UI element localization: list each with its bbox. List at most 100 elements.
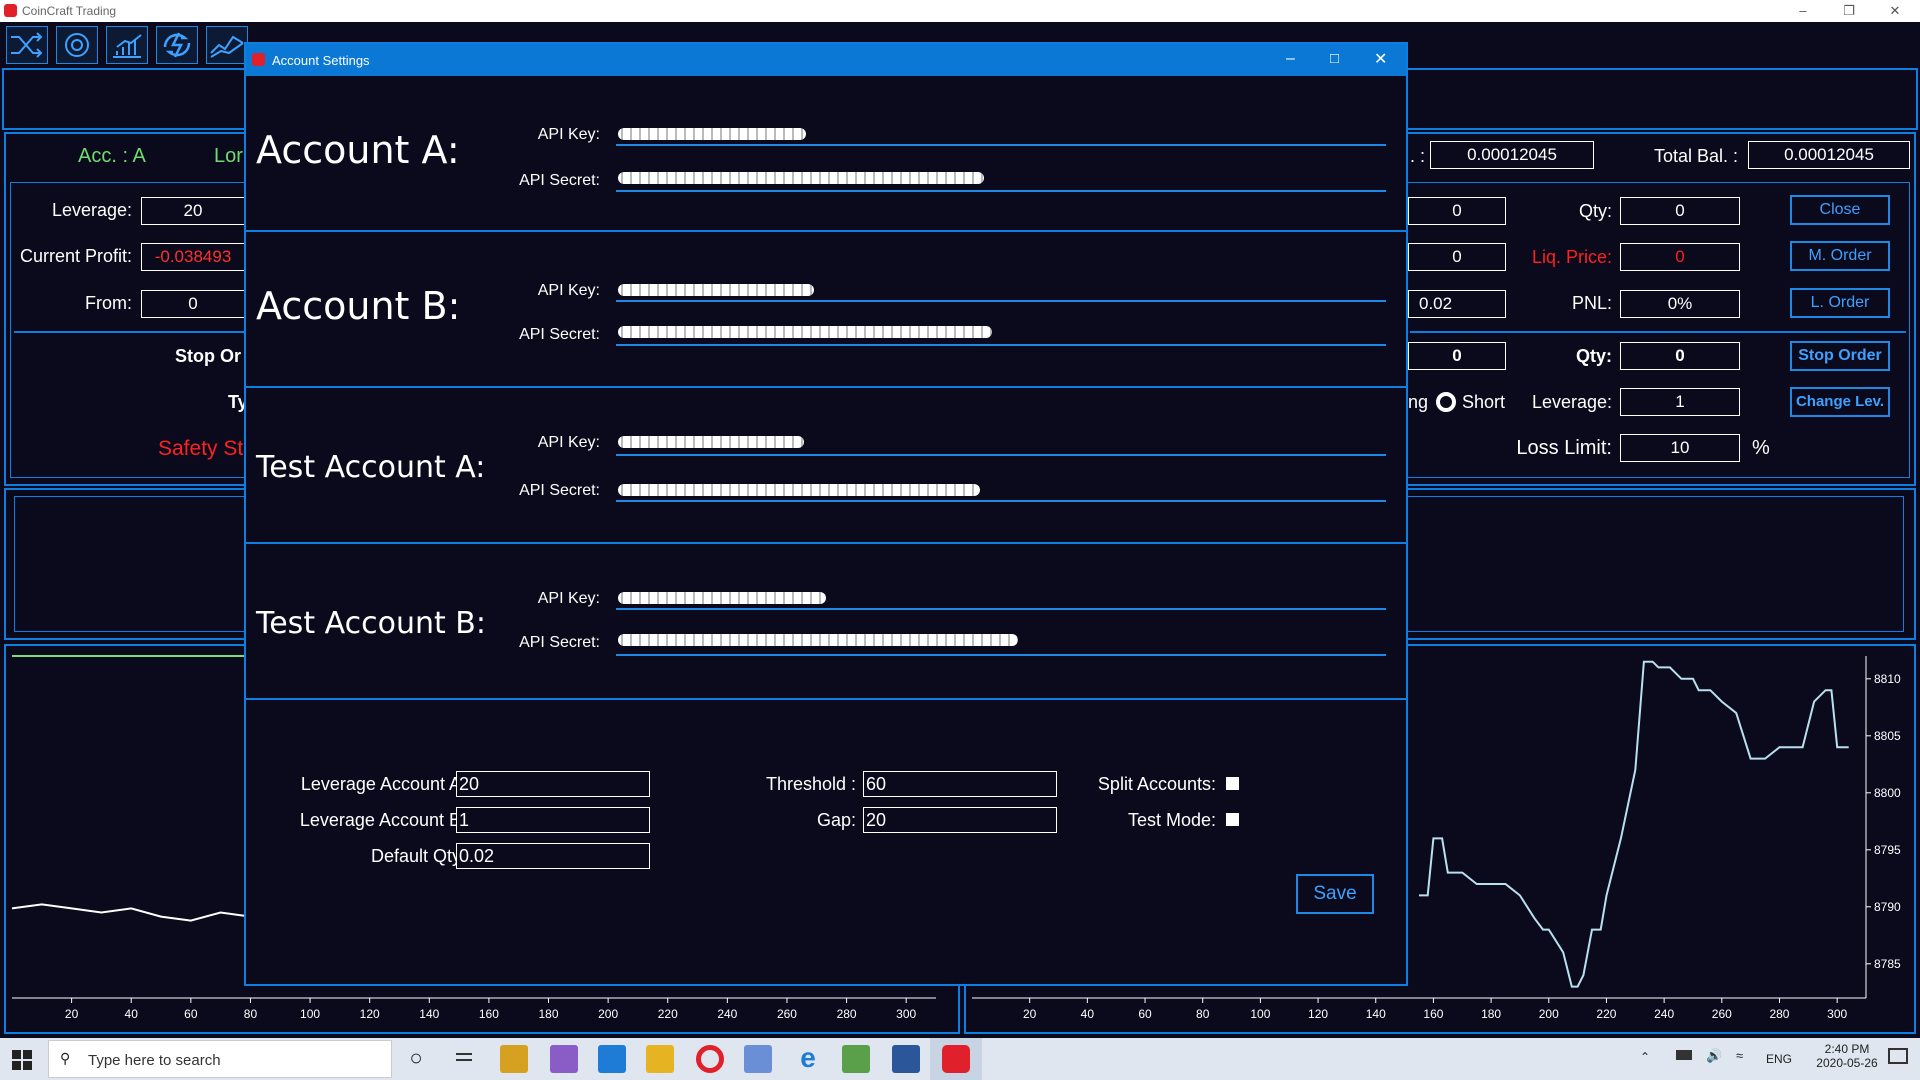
x-tick-label: 300: [1827, 1007, 1847, 1021]
wifi-icon[interactable]: ≈: [1736, 1048, 1743, 1063]
field-r2[interactable]: 0: [1408, 243, 1506, 271]
api-secret-field[interactable]: [616, 190, 1386, 192]
y-tick-label: 8805: [1874, 729, 1901, 743]
volume-icon[interactable]: 🔊: [1706, 1048, 1722, 1064]
percent-sign: %: [1752, 437, 1770, 459]
api-key-field[interactable]: [616, 300, 1386, 302]
cortana-icon[interactable]: ○: [402, 1045, 430, 1073]
field-r1[interactable]: 0: [1408, 197, 1506, 225]
api-secret-field[interactable]: [616, 344, 1386, 346]
api-secret-field[interactable]: [616, 500, 1386, 502]
visual-studio-icon[interactable]: [550, 1045, 578, 1073]
dialog-minimize-button[interactable]: –: [1286, 50, 1295, 68]
gear-icon[interactable]: [56, 26, 98, 64]
x-tick-label: 100: [300, 1007, 320, 1021]
short-label: Short: [1462, 392, 1506, 412]
total-balance-label: Total Bal. :: [1653, 146, 1738, 166]
leverage-a-input[interactable]: 20: [456, 771, 650, 797]
change-leverage-button[interactable]: Change Lev.: [1790, 387, 1890, 417]
x-tick-label: 20: [1023, 1007, 1037, 1021]
threshold-input[interactable]: 60: [863, 771, 1057, 797]
field-r3[interactable]: 0.02: [1408, 290, 1506, 318]
default-qty-input[interactable]: 0.02: [456, 843, 650, 869]
opera-icon[interactable]: [696, 1045, 724, 1073]
x-tick-label: 260: [1712, 1007, 1732, 1021]
app-logo-icon: [252, 53, 265, 66]
x-tick-label: 120: [1308, 1007, 1328, 1021]
bar-chart-icon[interactable]: [106, 26, 148, 64]
safety-label: Safety St: [158, 437, 244, 460]
coincraft-taskbar-icon[interactable]: [942, 1045, 970, 1073]
taskbar-search-placeholder: Type here to search: [88, 1052, 221, 1069]
section-test-account-b: Test Account B: API Key: API Secret:: [246, 544, 1406, 700]
api-key-redacted: [618, 436, 804, 448]
file-explorer-icon[interactable]: [646, 1045, 674, 1073]
api-key-field[interactable]: [616, 144, 1386, 146]
loss-limit-field[interactable]: 10: [1620, 434, 1740, 462]
window-titlebar: CoinCraft Trading – ❐ ✕: [0, 0, 1920, 22]
close-position-button[interactable]: Close: [1790, 195, 1890, 225]
edge-icon[interactable]: e: [794, 1044, 822, 1073]
split-accounts-checkbox[interactable]: [1226, 777, 1239, 790]
word-icon[interactable]: [892, 1045, 920, 1073]
qty-field[interactable]: 0: [1620, 197, 1740, 225]
api-key-field[interactable]: [616, 454, 1386, 456]
pnl-label: PNL:: [1571, 293, 1612, 313]
language-indicator[interactable]: ENG: [1766, 1052, 1792, 1066]
x-tick-label: 260: [777, 1007, 797, 1021]
qty2-field[interactable]: 0: [1620, 342, 1740, 370]
api-key-field[interactable]: [616, 608, 1386, 610]
x-tick-label: 200: [598, 1007, 618, 1021]
leverage-label: Leverage:: [51, 200, 132, 220]
y-tick-label: 8810: [1874, 672, 1901, 686]
section-account-b: Account B: API Key: API Secret:: [246, 232, 1406, 388]
account-label: Acc. : A: [78, 145, 146, 167]
market-order-button[interactable]: M. Order: [1790, 241, 1890, 271]
qty2-label: Qty:: [1576, 346, 1612, 366]
vscode-icon[interactable]: [598, 1045, 626, 1073]
dialog-title: Account Settings: [272, 53, 370, 68]
leverage2-field[interactable]: 1: [1620, 388, 1740, 416]
section-account-a: Account A: API Key: API Secret:: [246, 76, 1406, 232]
save-button[interactable]: Save: [1296, 874, 1374, 914]
app-icon[interactable]: [744, 1045, 772, 1073]
leverage-b-input[interactable]: 1: [456, 807, 650, 833]
api-secret-label: API Secret:: [519, 482, 600, 499]
api-key-label: API Key:: [537, 590, 600, 607]
sync-icon[interactable]: [156, 26, 198, 64]
x-tick-label: 40: [1081, 1007, 1095, 1021]
windows-start-icon[interactable]: [12, 1050, 32, 1070]
gap-input[interactable]: 20: [863, 807, 1057, 833]
chart-app-icon[interactable]: [842, 1045, 870, 1073]
field-r4[interactable]: 0: [1408, 342, 1506, 370]
test-mode-checkbox[interactable]: [1226, 813, 1239, 826]
api-secret-label: API Secret:: [519, 634, 600, 651]
x-tick-label: 140: [1366, 1007, 1386, 1021]
battery-icon[interactable]: [1676, 1050, 1692, 1060]
y-tick-label: 8795: [1874, 843, 1901, 857]
section-title: Account A:: [256, 128, 460, 172]
dialog-maximize-button[interactable]: □: [1330, 50, 1339, 67]
default-qty-label: Default Qty:: [370, 846, 466, 866]
api-secret-field[interactable]: [616, 654, 1386, 656]
minimize-button[interactable]: –: [1780, 0, 1826, 22]
short-radio[interactable]: [1436, 392, 1456, 412]
x-tick-label: 100: [1250, 1007, 1270, 1021]
threshold-label: Threshold :: [765, 774, 856, 794]
notifications-icon[interactable]: [1888, 1048, 1908, 1064]
shuffle-icon[interactable]: [6, 26, 48, 64]
dialog-close-button[interactable]: ✕: [1374, 49, 1387, 69]
limit-order-button[interactable]: L. Order: [1790, 288, 1890, 318]
tray-chevron-icon[interactable]: ⌃: [1640, 1050, 1650, 1064]
trend-icon[interactable]: [206, 26, 248, 64]
restore-button[interactable]: ❐: [1826, 0, 1872, 22]
leverage-field[interactable]: 20: [141, 197, 245, 225]
close-window-button[interactable]: ✕: [1872, 0, 1918, 22]
task-view-icon[interactable]: [450, 1045, 478, 1073]
clock[interactable]: 2:40 PM 2020-05-26: [1812, 1042, 1882, 1070]
x-tick-label: 160: [479, 1007, 499, 1021]
stop-order-button[interactable]: Stop Order: [1790, 341, 1890, 371]
store-icon[interactable]: [500, 1045, 528, 1073]
x-tick-label: 240: [1654, 1007, 1674, 1021]
from-field[interactable]: 0: [141, 290, 245, 318]
